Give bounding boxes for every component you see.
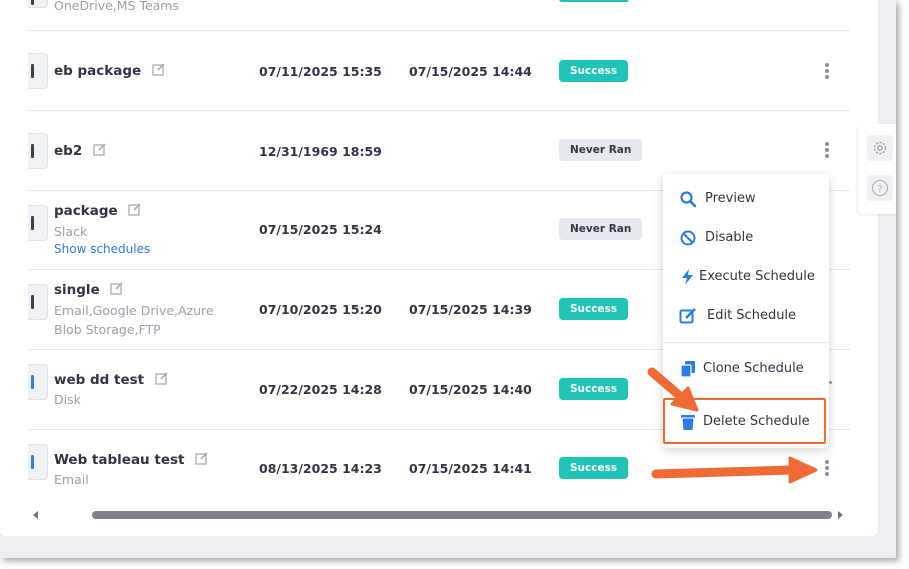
help-button[interactable]: ? xyxy=(867,175,893,201)
file-icon xyxy=(28,53,48,89)
last-run-date: 07/15/2025 14:44 xyxy=(409,64,532,79)
bolt-icon xyxy=(682,269,693,285)
status-badge: Success xyxy=(559,457,629,479)
row-actions-button[interactable] xyxy=(824,460,830,478)
row-actions-button[interactable] xyxy=(824,63,830,81)
row-actions-button[interactable] xyxy=(828,381,832,399)
menu-item-disable[interactable]: Disable xyxy=(663,220,829,256)
status-badge: Never Ran xyxy=(559,218,643,240)
table-row: OneDrive,MS Teams xyxy=(28,0,850,31)
row-name: package xyxy=(54,202,142,219)
show-schedules-link[interactable]: Show schedules xyxy=(54,242,150,256)
created-date: 07/15/2025 15:24 xyxy=(259,222,382,237)
scroll-left-icon[interactable] xyxy=(33,511,38,519)
row-destinations: OneDrive,MS Teams xyxy=(54,0,179,13)
last-run-date: 07/15/2025 14:41 xyxy=(409,461,532,476)
file-icon xyxy=(28,444,48,480)
row-name-text: eb package xyxy=(54,63,142,79)
ban-icon xyxy=(680,230,696,246)
file-icon xyxy=(28,364,48,400)
copy-icon xyxy=(680,361,695,378)
horizontal-scrollbar[interactable] xyxy=(30,508,848,522)
settings-button[interactable] xyxy=(867,135,893,161)
search-icon xyxy=(680,191,697,208)
status-badge: Never Ran xyxy=(559,139,643,161)
row-name: eb2 xyxy=(54,142,107,159)
side-tools-panel: ? xyxy=(858,124,896,214)
gear-icon xyxy=(873,141,887,155)
last-run-date: 07/15/2025 14:39 xyxy=(409,302,532,317)
help-icon: ? xyxy=(871,179,889,197)
created-date: 07/11/2025 15:35 xyxy=(259,64,382,79)
row-name-text: eb2 xyxy=(54,143,83,159)
edit-icon[interactable] xyxy=(128,202,142,216)
edit-icon[interactable] xyxy=(93,142,107,156)
scroll-right-icon[interactable] xyxy=(838,511,843,519)
edit-icon xyxy=(679,308,696,324)
created-date: 07/22/2025 14:28 xyxy=(259,382,382,397)
status-badge: Success xyxy=(559,298,629,320)
row-name: eb package xyxy=(54,62,166,79)
row-actions-button[interactable] xyxy=(824,142,830,160)
status-badge: Success xyxy=(559,378,629,400)
row-destinations: Email xyxy=(54,472,89,487)
row-name: web dd test xyxy=(54,371,169,388)
row-name: Web tableau test xyxy=(54,451,209,468)
row-name-text: package xyxy=(54,203,118,219)
screenshot-frame: OneDrive,MS Teams eb package 07/11/2025 … xyxy=(0,0,896,558)
row-destinations: Slack xyxy=(54,224,88,239)
row-destinations-continued: Blob Storage,FTP xyxy=(54,322,161,337)
created-date: 07/10/2025 15:20 xyxy=(259,302,382,317)
file-icon xyxy=(28,133,48,169)
row-name-text: single xyxy=(54,282,100,298)
created-date: 08/13/2025 14:23 xyxy=(259,461,382,476)
edit-icon[interactable] xyxy=(152,62,166,76)
last-run-date: 07/15/2025 14:40 xyxy=(409,382,532,397)
menu-divider xyxy=(663,342,829,343)
row-name-text: Web tableau test xyxy=(54,452,185,468)
row-name: single xyxy=(54,281,124,298)
delete-highlight-box xyxy=(663,398,826,444)
menu-item-edit-schedule[interactable]: Edit Schedule xyxy=(663,298,829,334)
status-badge xyxy=(559,0,629,2)
table-row[interactable]: eb package 07/11/2025 15:35 07/15/2025 1… xyxy=(28,31,850,111)
menu-item-preview[interactable]: Preview xyxy=(663,181,829,217)
menu-item-clone-schedule[interactable]: Clone Schedule xyxy=(663,351,829,387)
svg-text:?: ? xyxy=(877,184,882,195)
edit-icon[interactable] xyxy=(195,451,209,465)
menu-item-execute-schedule[interactable]: Execute Schedule xyxy=(663,259,829,295)
file-icon xyxy=(28,0,48,8)
created-date: 12/31/1969 18:59 xyxy=(259,144,382,159)
edit-icon[interactable] xyxy=(155,371,169,385)
file-icon xyxy=(28,205,48,241)
edit-icon[interactable] xyxy=(110,281,124,295)
row-name-text: web dd test xyxy=(54,372,145,388)
row-destinations: Email,Google Drive,Azure xyxy=(54,303,214,318)
scrollbar-thumb[interactable] xyxy=(92,511,832,519)
row-destinations: Disk xyxy=(54,392,81,407)
file-icon xyxy=(28,284,48,320)
status-badge: Success xyxy=(559,60,629,82)
